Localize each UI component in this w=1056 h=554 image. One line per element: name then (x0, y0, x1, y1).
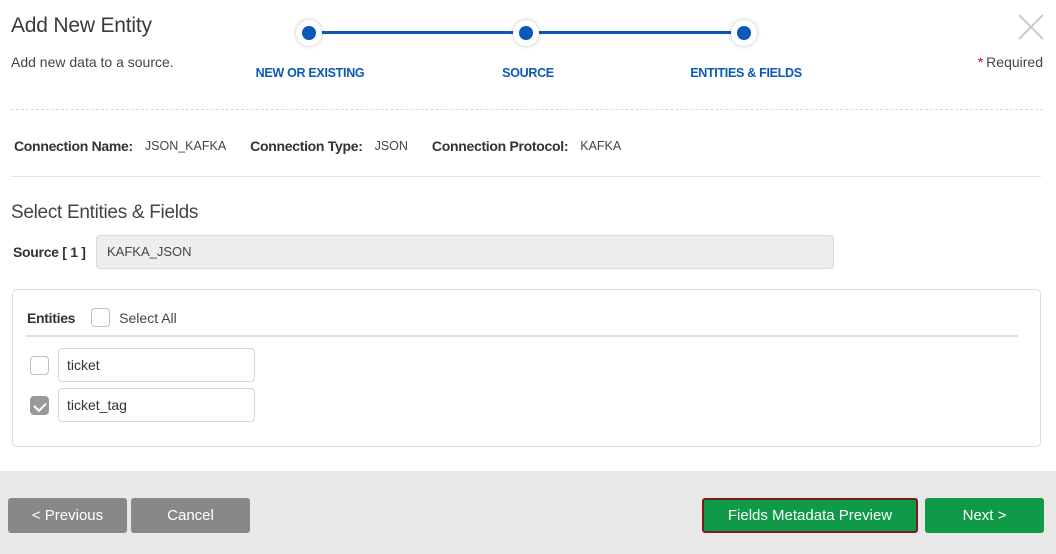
connection-divider (11, 176, 1041, 177)
step-dot-source[interactable] (513, 20, 539, 46)
entity-checkbox-ticket-tag[interactable] (30, 395, 49, 415)
connection-protocol-label: Connection Protocol: (431, 138, 569, 154)
step-label-entities-fields[interactable]: ENTITIES & FIELDS (646, 66, 846, 80)
next-button[interactable]: Next > (925, 498, 1044, 533)
required-note: * Required (978, 54, 1043, 70)
cancel-button[interactable]: Cancel (131, 498, 250, 533)
footer-bar: < Previous Cancel Fields Metadata Previe… (0, 471, 1056, 554)
section-title: Select Entities & Fields (11, 202, 199, 223)
required-star: * (977, 54, 984, 70)
entity-row: ticket (30, 348, 255, 382)
connection-info: Connection Name: JSON_KAFKA Connection T… (14, 138, 645, 154)
source-field: KAFKA_JSON (96, 235, 834, 269)
connection-name-label: Connection Name: (14, 138, 133, 154)
page-title: Add New Entity (11, 14, 152, 37)
connection-type-value: JSON (374, 139, 408, 153)
close-icon[interactable] (1018, 14, 1044, 40)
select-all-label[interactable]: Select All (119, 310, 177, 326)
step-label-new-or-existing[interactable]: NEW OR EXISTING (210, 66, 410, 80)
entity-row: ticket_tag (30, 388, 255, 422)
previous-button[interactable]: < Previous (8, 498, 127, 533)
stepper-connector-2 (530, 31, 735, 34)
stepper-connector-1 (320, 31, 520, 34)
entities-panel: Entities Select All ticket ticket_tag (12, 289, 1041, 447)
entity-checkbox-ticket[interactable] (30, 355, 49, 375)
fields-metadata-preview-button[interactable]: Fields Metadata Preview (702, 498, 918, 533)
page-subtitle: Add new data to a source. (11, 54, 174, 70)
connection-type-label: Connection Type: (250, 138, 363, 154)
connection-name-value: JSON_KAFKA (144, 139, 227, 153)
step-label-source[interactable]: SOURCE (428, 66, 628, 80)
entity-name-field[interactable]: ticket_tag (58, 388, 255, 422)
entities-heading: Entities (27, 309, 76, 326)
step-dot-entities-fields[interactable] (731, 20, 757, 46)
header-divider (11, 109, 1043, 110)
entities-header: Entities Select All (27, 308, 177, 327)
entities-divider (26, 335, 1018, 337)
select-all-checkbox[interactable] (91, 308, 111, 327)
step-dot-new-or-existing[interactable] (296, 20, 322, 46)
entity-name-field[interactable]: ticket (58, 348, 255, 382)
required-label: Required (986, 54, 1043, 70)
connection-protocol-value: KAFKA (580, 139, 622, 153)
source-label: Source [ 1 ] (13, 244, 86, 260)
